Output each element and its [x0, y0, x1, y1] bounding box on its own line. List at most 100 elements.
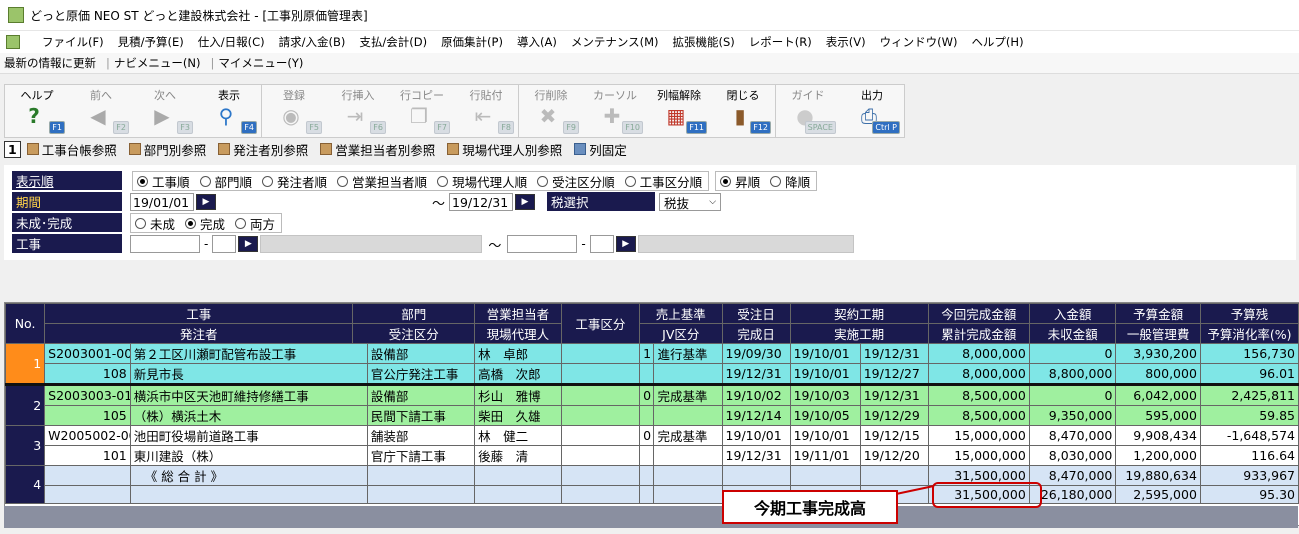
uncollected[interactable]: 9,350,000 — [1028, 405, 1117, 426]
total-budget-remaining[interactable]: 933,967 — [1199, 465, 1299, 486]
table-row[interactable]: 101 東川建設（株） 官庁下請工事 後藤 清 19/12/31 19/11/0… — [6, 445, 1299, 466]
koji-from-code-input[interactable] — [130, 235, 200, 253]
tab-site-agent[interactable]: 現場代理人別参照 — [447, 140, 562, 159]
menu-estimate[interactable]: 見積/予算(E) — [118, 34, 184, 50]
col-jv-type[interactable]: JV区分 — [639, 323, 723, 344]
register-button[interactable]: 登録 ◉ F5 — [262, 85, 326, 137]
row-delete-button[interactable]: 行削除 ✖ F9 — [519, 85, 583, 137]
tax-select[interactable]: 税抜 ⌵ — [659, 193, 722, 211]
received[interactable]: 8,470,000 — [1028, 425, 1117, 446]
cumulative-completion[interactable]: 15,000,000 — [927, 445, 1030, 466]
col-received[interactable]: 入金額 — [1028, 303, 1117, 324]
col-actual-period[interactable]: 実施工期 — [789, 323, 929, 344]
refresh-link[interactable]: 最新の情報に更新 — [4, 55, 96, 71]
total-budget-rate[interactable]: 95.30 — [1199, 485, 1299, 504]
client-name[interactable]: 東川建設（株） — [129, 445, 368, 466]
col-sales-basis[interactable]: 売上基準 — [639, 303, 723, 324]
close-button[interactable]: 閉じる ▮ F12 — [711, 85, 776, 137]
budget[interactable]: 3,930,200 — [1115, 343, 1201, 364]
menu-help[interactable]: ヘルプ(H) — [971, 34, 1023, 50]
col-overhead[interactable]: 一般管理費 — [1115, 323, 1201, 344]
bumon-name[interactable]: 舗装部 — [366, 425, 476, 446]
next-button[interactable]: 次へ ▶ F3 — [133, 85, 197, 137]
col-uncollected[interactable]: 未収金額 — [1028, 323, 1117, 344]
status-radio-incomplete[interactable]: 未成 — [135, 214, 175, 233]
actual-start[interactable]: 19/10/01 — [789, 363, 861, 385]
col-completion-date[interactable]: 完成日 — [721, 323, 791, 344]
uncollected[interactable]: 8,030,000 — [1028, 445, 1117, 466]
client-name[interactable]: 新見市長 — [129, 363, 368, 385]
col-client[interactable]: 発注者 — [44, 323, 354, 344]
table-row[interactable]: 3 W2005002-00 池田町役場前道路工事 舗装部 林 健二 0 完成基準… — [4, 425, 1299, 466]
col-budget-remaining[interactable]: 予算残 — [1199, 303, 1299, 324]
order-radio-agent[interactable]: 現場代理人順 — [437, 172, 527, 191]
actual-end[interactable]: 19/12/27 — [859, 363, 929, 385]
client-name[interactable]: （株）横浜土木 — [129, 405, 368, 426]
koji-code[interactable]: S2003003-01 — [44, 383, 131, 406]
col-site-agent[interactable]: 現場代理人 — [474, 323, 562, 344]
help-button[interactable]: ヘルプ? F1 — [5, 85, 69, 137]
bumon-name[interactable]: 設備部 — [366, 383, 476, 406]
sales-rep[interactable]: 杉山 雅博 — [474, 383, 562, 406]
menu-report[interactable]: レポート(R) — [749, 34, 812, 50]
col-current-completion[interactable]: 今回完成金額 — [927, 303, 1030, 324]
tab-department[interactable]: 部門別参照 — [128, 140, 206, 159]
completion-date[interactable]: 19/12/31 — [721, 363, 791, 385]
row-number[interactable]: 2 — [4, 383, 46, 426]
actual-end[interactable]: 19/12/29 — [859, 405, 929, 426]
period-to-picker-button[interactable]: ▶ — [515, 194, 536, 210]
order-date[interactable]: 19/10/02 — [721, 383, 791, 406]
current-completion[interactable]: 8,000,000 — [927, 343, 1030, 364]
koji-code[interactable]: S2003001-00 — [44, 343, 131, 364]
received[interactable]: 0 — [1028, 383, 1117, 406]
koji-type[interactable] — [560, 405, 641, 426]
koji-name[interactable]: 横浜市中区天池町維持修繕工事 — [129, 383, 368, 406]
budget-remaining[interactable]: 2,425,811 — [1199, 383, 1299, 406]
tab-sales-rep[interactable]: 営業担当者別参照 — [320, 140, 435, 159]
koji-to-picker-button[interactable]: ▶ — [615, 236, 636, 252]
sort-radio-desc[interactable]: 降順 — [770, 172, 810, 191]
col-bumon[interactable]: 部門 — [352, 303, 476, 324]
output-button[interactable]: 出力 ⎙ Ctrl P — [840, 85, 904, 137]
completion-date[interactable]: 19/12/31 — [721, 445, 791, 466]
koji-type[interactable] — [560, 343, 641, 364]
total-uncollected[interactable]: 26,180,000 — [1028, 485, 1117, 504]
koji-type[interactable] — [560, 383, 641, 406]
order-date[interactable]: 19/10/01 — [721, 425, 791, 446]
sales-basis-code[interactable]: 0 — [639, 383, 655, 406]
menu-setup[interactable]: 導入(A) — [517, 34, 557, 50]
koji-code[interactable]: W2005002-00 — [44, 425, 131, 446]
budget[interactable]: 9,908,434 — [1115, 425, 1201, 446]
contract-end[interactable]: 19/12/31 — [859, 383, 929, 406]
budget-remaining[interactable]: -1,648,574 — [1199, 425, 1299, 446]
menu-billing[interactable]: 請求/入金(B) — [279, 34, 346, 50]
prev-button[interactable]: 前へ ◀ F2 — [69, 85, 133, 137]
guide-button[interactable]: ガイド ● SPACE — [776, 85, 840, 137]
contract-start[interactable]: 19/10/03 — [789, 383, 861, 406]
col-no[interactable]: No. — [4, 303, 46, 344]
jv-type[interactable] — [653, 445, 723, 466]
contract-start[interactable]: 19/10/01 — [789, 425, 861, 446]
row-number[interactable]: 4 — [4, 465, 46, 504]
koji-type[interactable] — [560, 363, 641, 385]
total-row[interactable]: 31,500,000 26,180,000 2,595,000 95.30 — [6, 485, 1299, 504]
order-type[interactable]: 民間下請工事 — [366, 405, 476, 426]
sort-radio-asc[interactable]: 昇順 — [720, 172, 760, 191]
menu-maintenance[interactable]: メンテナンス(M) — [571, 34, 659, 50]
overhead[interactable]: 595,000 — [1115, 405, 1201, 426]
navi-menu-link[interactable]: ナビメニュー(N) — [114, 55, 201, 71]
budget[interactable]: 6,042,000 — [1115, 383, 1201, 406]
koji-from-picker-button[interactable]: ▶ — [238, 236, 259, 252]
bumon-name[interactable]: 設備部 — [367, 343, 476, 364]
jv-code[interactable] — [639, 445, 655, 466]
menu-file[interactable]: ファイル(F) — [42, 34, 104, 50]
my-menu-link[interactable]: マイメニュー(Y) — [218, 55, 303, 71]
order-radio-koji-type[interactable]: 工事区分順 — [624, 172, 702, 191]
koji-name[interactable]: 池田町役場前道路工事 — [129, 425, 368, 446]
actual-end[interactable]: 19/12/20 — [859, 445, 929, 466]
completion-date[interactable]: 19/12/14 — [721, 405, 791, 426]
tab-koji-ledger[interactable]: 工事台帳参照 — [26, 140, 117, 159]
table-row[interactable]: 2 S2003003-01 横浜市中区天池町維持修繕工事 設備部 杉山 雅博 0… — [4, 383, 1299, 426]
order-type[interactable]: 官庁下請工事 — [366, 445, 476, 466]
row-insert-button[interactable]: 行挿入 ⇥ F6 — [326, 85, 390, 137]
